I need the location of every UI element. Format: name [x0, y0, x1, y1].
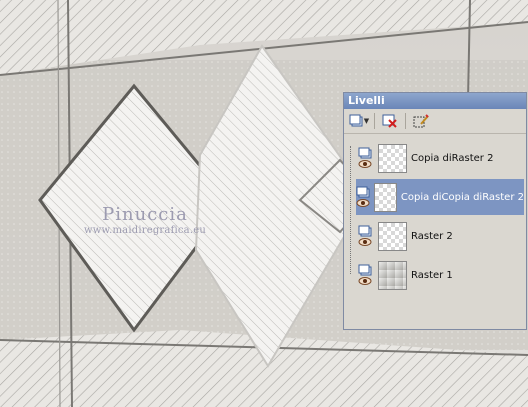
layer-thumbnail — [378, 260, 407, 290]
layer-icons — [356, 179, 370, 215]
layers-palette: Livelli ▼ Copia diRaster 2 Copia diCopia… — [343, 92, 527, 330]
layer-thumbnail — [374, 182, 397, 212]
workspace: Pinuccia www.maidiregrafica.eu Livelli ▼ — [0, 0, 528, 407]
layer-row-copia-diraster-2[interactable]: Copia diRaster 2 — [356, 140, 524, 176]
raster-layer-icon — [358, 225, 372, 237]
eye-visibility-icon[interactable] — [356, 198, 370, 208]
layer-tree-line — [350, 146, 355, 274]
layer-name: Raster 1 — [411, 269, 453, 281]
layer-thumbnail — [378, 143, 407, 173]
layer-thumbnail — [378, 221, 407, 251]
chevron-down-icon[interactable]: ▼ — [364, 117, 369, 125]
layers-toolbar: ▼ — [344, 109, 526, 134]
layer-row-copia-dicopia-diraster-2[interactable]: Copia diCopia diRaster 2 — [356, 179, 524, 215]
toolbar-separator — [405, 113, 406, 129]
raster-layer-icon — [356, 186, 370, 198]
layer-row-raster-1[interactable]: Raster 1 — [356, 257, 524, 293]
layer-icons — [356, 257, 374, 293]
eye-visibility-icon[interactable] — [358, 237, 372, 247]
toolbar-separator — [374, 113, 375, 129]
layer-list: Copia diRaster 2 Copia diCopia diRaster … — [344, 140, 526, 293]
delete-layer-icon — [382, 114, 397, 128]
layer-name: Raster 2 — [411, 230, 453, 242]
layer-name: Copia diRaster 2 — [411, 152, 494, 164]
raster-layer-icon — [358, 147, 372, 159]
new-layer-button[interactable]: ▼ — [348, 112, 370, 130]
layer-icons — [356, 140, 374, 176]
layer-icons — [356, 218, 374, 254]
layers-palette-title[interactable]: Livelli — [344, 93, 526, 109]
new-raster-layer-icon — [349, 114, 363, 127]
delete-layer-button[interactable] — [379, 112, 401, 130]
eye-visibility-icon[interactable] — [358, 159, 372, 169]
layer-name: Copia diCopia diRaster 2 — [400, 191, 524, 203]
eye-visibility-icon[interactable] — [358, 276, 372, 286]
layer-row-raster-2[interactable]: Raster 2 — [356, 218, 524, 254]
edit-selection-button[interactable] — [410, 112, 432, 130]
edit-selection-icon — [413, 113, 429, 127]
raster-layer-icon — [358, 264, 372, 276]
